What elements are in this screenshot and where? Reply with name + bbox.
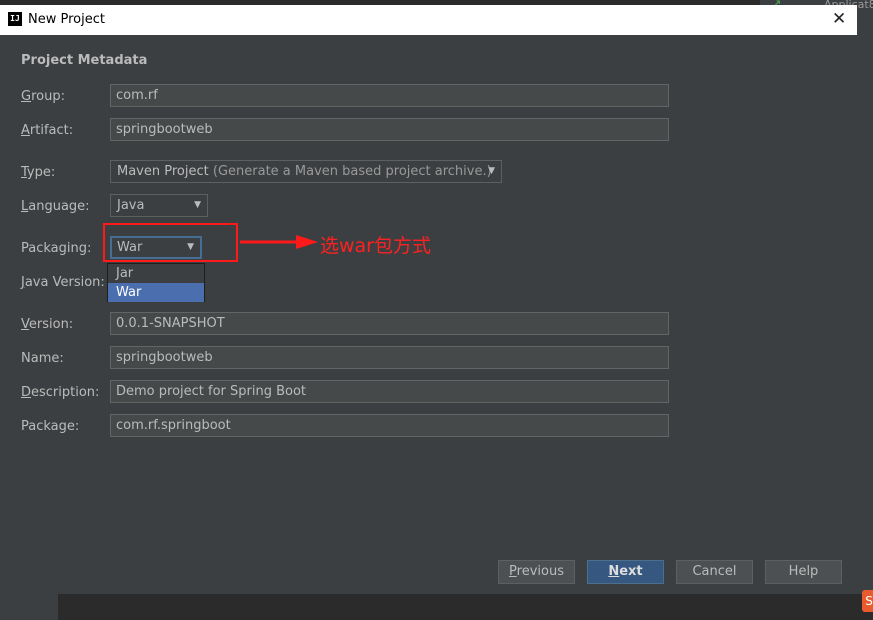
previous-button[interactable]: Previous — [498, 560, 575, 584]
annotation-arrow-icon — [240, 235, 318, 249]
background-ide-sidebar — [0, 594, 58, 620]
new-project-dialog: IJ New Project ✕ Project Metadata Group:… — [0, 5, 857, 594]
help-button[interactable]: Help — [765, 560, 842, 584]
cancel-button[interactable]: Cancel — [676, 560, 753, 584]
background-ide-panel — [857, 8, 873, 594]
notification-badge: S — [862, 590, 873, 612]
annotation-text: 选war包方式 — [320, 235, 431, 257]
next-button[interactable]: Next — [587, 560, 664, 584]
